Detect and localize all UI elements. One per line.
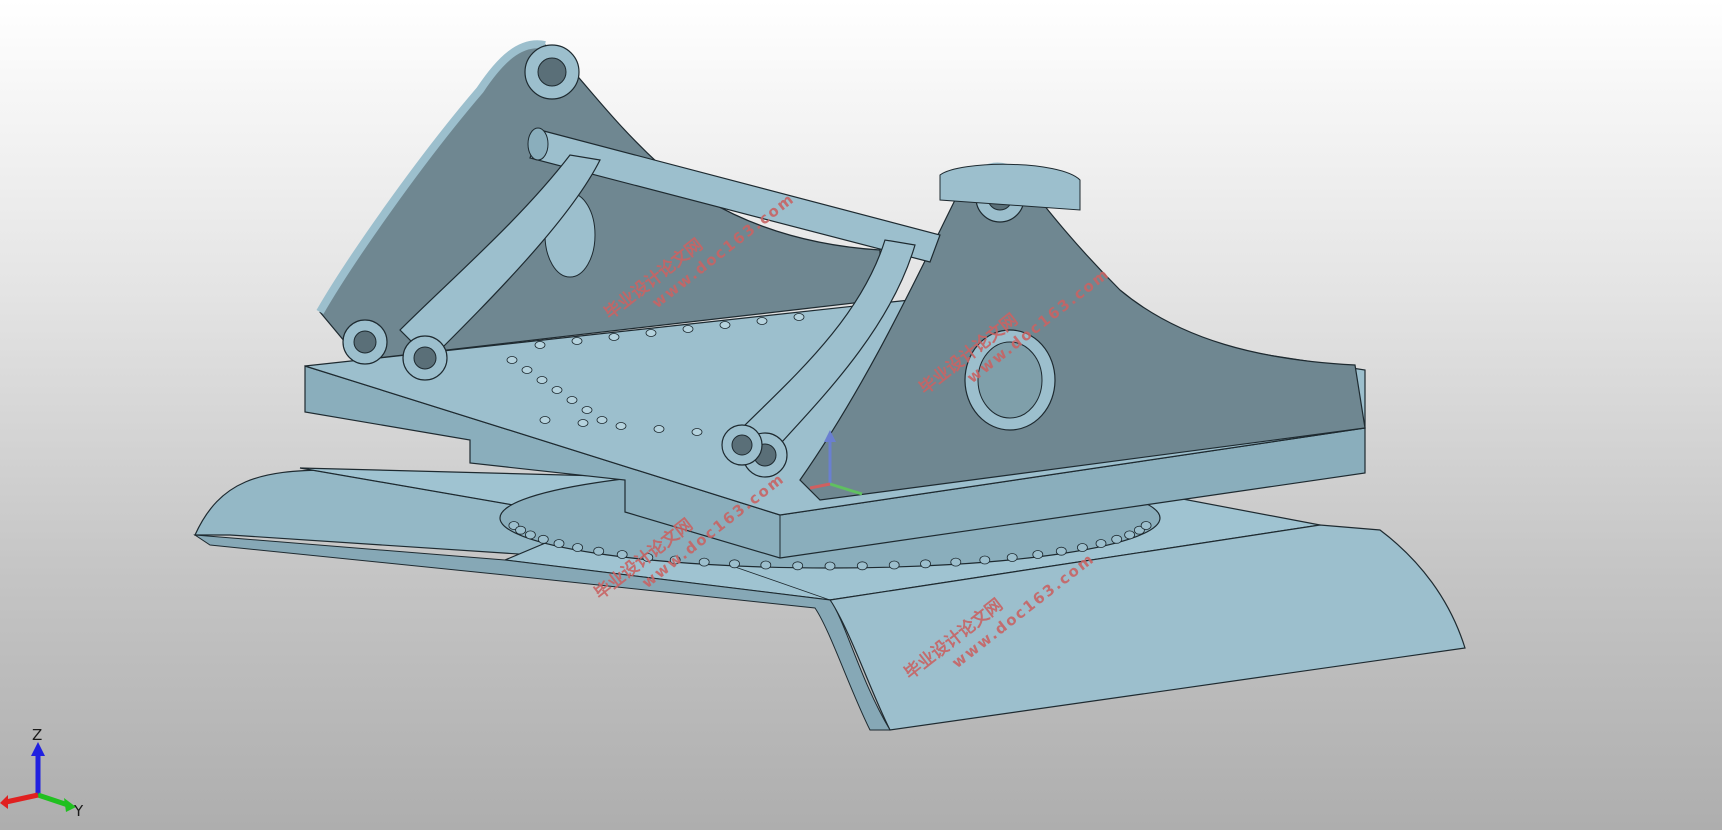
bolt bbox=[506, 356, 518, 364]
bolt bbox=[645, 329, 657, 337]
cad-viewport[interactable]: 毕业设计论文网 www.doc163.com 毕业设计论文网 www.doc16… bbox=[0, 0, 1722, 830]
bolt bbox=[577, 419, 589, 427]
y-axis-label: Y bbox=[73, 802, 84, 820]
bolt bbox=[608, 333, 620, 341]
bolt bbox=[1032, 550, 1044, 559]
bolt bbox=[581, 406, 593, 414]
bolt bbox=[792, 561, 804, 571]
bolt bbox=[615, 422, 627, 430]
bolt bbox=[1055, 546, 1067, 556]
bolt bbox=[593, 546, 605, 556]
bolt bbox=[1111, 534, 1123, 544]
right-outer-lug[interactable] bbox=[721, 424, 763, 466]
bolt bbox=[691, 428, 703, 436]
bolt bbox=[1140, 521, 1152, 530]
bolt bbox=[756, 317, 768, 325]
bolt bbox=[537, 534, 549, 544]
bolt bbox=[515, 525, 526, 535]
bolt bbox=[729, 559, 740, 569]
bolt bbox=[571, 337, 583, 345]
bolt bbox=[539, 416, 551, 424]
left-outer-lug[interactable] bbox=[342, 319, 388, 365]
bolt bbox=[950, 557, 962, 567]
bolt bbox=[596, 416, 608, 424]
bolt bbox=[551, 386, 563, 394]
bolt bbox=[682, 325, 694, 333]
bolt bbox=[824, 561, 836, 571]
bolt bbox=[566, 396, 578, 404]
bolt bbox=[521, 366, 533, 374]
bolt bbox=[525, 530, 536, 540]
z-axis-label: Z bbox=[32, 726, 42, 744]
cad-model-scene[interactable]: 毕业设计论文网 www.doc163.com 毕业设计论文网 www.doc16… bbox=[0, 0, 1722, 830]
view-triad[interactable]: Z Y bbox=[0, 726, 84, 820]
bolt bbox=[760, 560, 772, 570]
bolt bbox=[793, 313, 805, 321]
bolt bbox=[979, 555, 991, 565]
bolt bbox=[534, 341, 546, 349]
bolt bbox=[719, 321, 731, 329]
bolt bbox=[553, 539, 565, 548]
bolt bbox=[698, 557, 710, 567]
bolt bbox=[572, 543, 583, 552]
bolt bbox=[536, 376, 548, 384]
bolt bbox=[1095, 539, 1107, 548]
bolt bbox=[1124, 530, 1135, 540]
y-axis-icon bbox=[37, 792, 69, 808]
bolt bbox=[1006, 553, 1018, 562]
bolt bbox=[920, 559, 931, 569]
bolt bbox=[653, 425, 665, 433]
bolt bbox=[856, 561, 868, 571]
bolt bbox=[616, 550, 628, 559]
pin-hole bbox=[537, 57, 567, 87]
bolt bbox=[888, 560, 900, 570]
x-axis-icon bbox=[5, 792, 39, 805]
